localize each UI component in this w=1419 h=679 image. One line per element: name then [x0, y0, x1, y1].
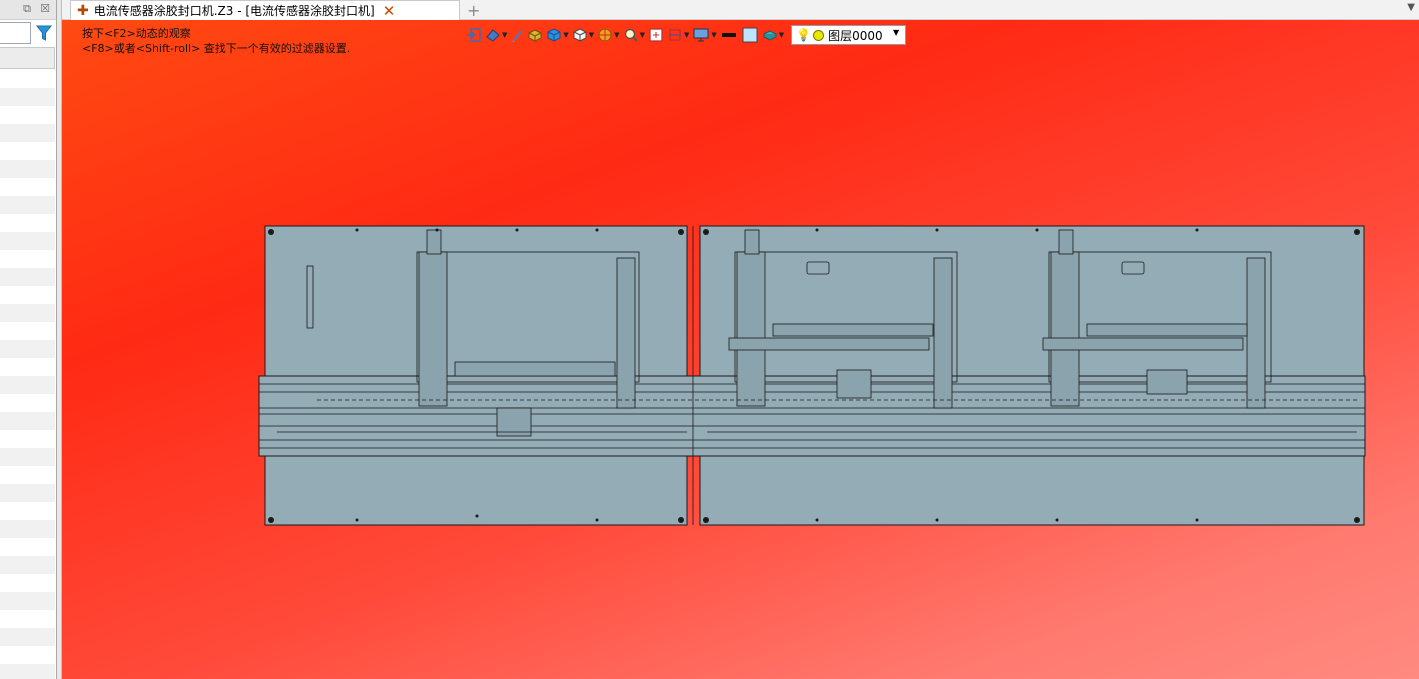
modified-indicator-icon: ✚: [77, 2, 89, 19]
face-color-swatch-icon: [742, 27, 758, 43]
hint-line-1: 按下<F2>动态的观察: [82, 27, 191, 40]
zoom-fit-icon: [649, 28, 663, 42]
new-tab-button[interactable]: +: [467, 1, 480, 20]
document-tab[interactable]: ✚ 电流传感器涂胶封口机.Z3 - [电流传感器涂胶封口机] ✕: [70, 0, 460, 20]
3d-viewport[interactable]: 按下<F2>动态的观察 <F8>或者<Shift-roll> 查找下一个有效的过…: [62, 20, 1419, 679]
view-cube-button[interactable]: ▼: [572, 25, 594, 45]
line-color-icon: [721, 33, 736, 37]
sphere-palette-icon: [598, 28, 612, 42]
filter-button[interactable]: [33, 23, 55, 43]
section-view-icon: [668, 29, 681, 41]
display-settings-button[interactable]: ▼: [692, 25, 717, 45]
lightbulb-icon: 💡: [796, 28, 812, 42]
panel-titlebar: ⧉ ☒: [0, 0, 56, 20]
shaded-button[interactable]: [527, 25, 543, 45]
face-color-button[interactable]: [741, 25, 759, 45]
restore-icon[interactable]: ⧉: [20, 2, 34, 16]
zoom-button[interactable]: ▼: [623, 25, 645, 45]
exit-view-icon: [467, 28, 481, 42]
pen-tool-button[interactable]: [510, 25, 524, 45]
left-panel: ⧉ ☒: [0, 0, 57, 679]
cube-blue-icon: [547, 28, 561, 42]
hint-line-2: <F8>或者<Shift-roll> 查找下一个有效的过滤器设置.: [82, 42, 351, 55]
section-view-button[interactable]: ▼: [667, 25, 689, 45]
document-tab-title: 电流传感器涂胶封口机.Z3 - [电流传感器涂胶封口机]: [93, 4, 375, 18]
layer-select-value: 图层0000: [828, 28, 883, 43]
render-style-button[interactable]: ▼: [597, 25, 620, 45]
right-bottom-panel: [699, 454, 1365, 526]
left-bottom-panel: [264, 454, 688, 526]
dropdown-arrow-icon: ▼: [892, 28, 900, 37]
cube-white-icon: [573, 28, 587, 42]
view-toolbar: ▼ ▼ ▼ ▼ ▼ ▼ ▼ ▼ 💡 图层0000 ▼: [466, 24, 907, 46]
pen-icon: [512, 30, 523, 42]
close-tab-icon[interactable]: ✕: [383, 2, 396, 20]
line-color-button[interactable]: [720, 25, 738, 45]
document-tabbar: ✚ 电流传感器涂胶封口机.Z3 - [电流传感器涂胶封口机] ✕ + ▼: [62, 0, 1419, 20]
display-mode-button[interactable]: ▼: [485, 25, 507, 45]
zoom-icon: [624, 28, 638, 42]
layer-color-icon: [813, 29, 825, 41]
display-mode-icon: [486, 29, 500, 42]
solid-display-button[interactable]: ▼: [546, 25, 569, 45]
zoom-fit-button[interactable]: [648, 25, 664, 45]
view-exit-button[interactable]: [466, 25, 482, 45]
shaded-solid-icon: [528, 29, 542, 42]
close-panel-icon[interactable]: ☒: [38, 2, 52, 16]
layer-select[interactable]: 💡 图层0000 ▼: [791, 25, 907, 45]
machine-model[interactable]: [257, 220, 1369, 530]
tab-list-chevron-icon[interactable]: ▼: [1407, 2, 1415, 13]
monitor-icon: [693, 28, 709, 42]
filter-row: [0, 22, 57, 44]
material-button[interactable]: ▼: [762, 25, 784, 45]
filter-input[interactable]: [0, 22, 31, 44]
list-header[interactable]: [0, 47, 55, 69]
filter-icon: [35, 25, 53, 41]
tree-list[interactable]: [0, 70, 55, 679]
material-icon: [762, 30, 777, 41]
viewport-hint: 按下<F2>动态的观察 <F8>或者<Shift-roll> 查找下一个有效的过…: [82, 26, 350, 56]
